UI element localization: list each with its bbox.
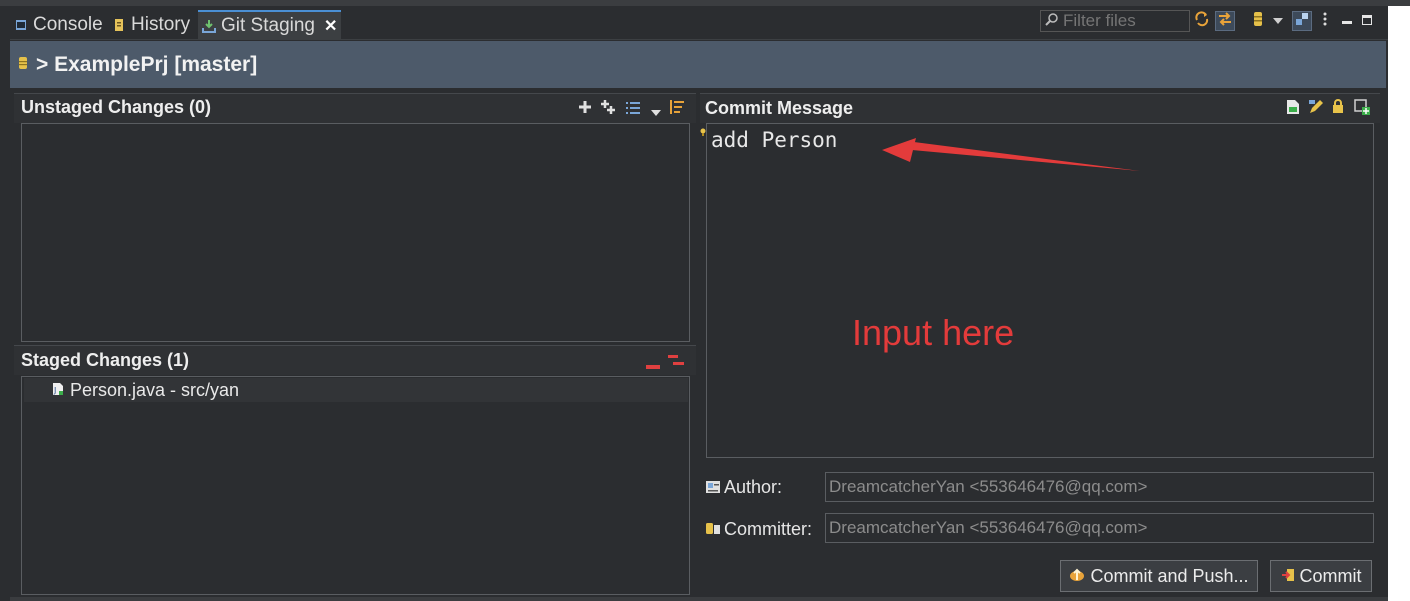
- tab-history-label: History: [131, 14, 191, 35]
- staged-file-label: Person.java - src/yan: [70, 379, 240, 400]
- search-icon: [1045, 12, 1059, 31]
- tab-console-label: Console: [33, 14, 103, 35]
- commit-button[interactable]: Commit: [1270, 560, 1372, 592]
- repository-icon: [18, 54, 28, 75]
- minimize-button[interactable]: [1337, 11, 1357, 31]
- tab-git-staging-label: Git Staging: [221, 15, 315, 36]
- commit-and-push-button[interactable]: Commit and Push...: [1060, 560, 1258, 592]
- console-icon: [14, 18, 28, 32]
- author-field[interactable]: [829, 477, 1373, 497]
- author-field-wrap: [825, 472, 1374, 502]
- repository-icon: [1252, 11, 1264, 32]
- tab-git-staging[interactable]: Git Staging ✕: [198, 10, 342, 40]
- stage-all-button[interactable]: [600, 99, 616, 120]
- filter-files-input[interactable]: [1063, 11, 1183, 31]
- committer-label: Committer:: [706, 519, 812, 540]
- remove-icon: [646, 357, 660, 374]
- chevron-down-icon: [1272, 12, 1284, 30]
- history-icon: [112, 18, 126, 32]
- push-icon: [1069, 566, 1085, 587]
- staged-changes-header: Staged Changes (1): [14, 345, 696, 375]
- layout-toggle-button[interactable]: [1292, 11, 1312, 31]
- layout-icon: [1295, 12, 1309, 31]
- commit-and-push-label: Commit and Push...: [1090, 565, 1249, 586]
- view-tab-bar: Console History Git Staging ✕: [10, 8, 1388, 40]
- unstage-all-button[interactable]: [668, 353, 684, 372]
- refresh-icon: [1194, 10, 1210, 32]
- pencil-icon: [1308, 100, 1324, 119]
- amend-button[interactable]: [1308, 99, 1324, 120]
- staged-changes-title: Staged Changes (1): [21, 350, 190, 370]
- remove-all-icon: [668, 354, 684, 371]
- more-vertical-icon: [1323, 12, 1327, 31]
- committer-field-wrap: [825, 513, 1374, 543]
- add-icon: [578, 101, 592, 118]
- committer-field[interactable]: [829, 518, 1373, 538]
- presentation-dropdown[interactable]: [650, 104, 662, 122]
- committer-icon: [706, 519, 720, 540]
- unstaged-changes-title: Unstaged Changes (0): [21, 97, 212, 117]
- input-here-annotation: Input here: [852, 312, 1015, 353]
- commit-message-text: add Person: [711, 128, 838, 152]
- signed-off-icon: [1286, 100, 1300, 119]
- link-sync-icon: [1217, 11, 1233, 32]
- staged-changes-list: [21, 376, 690, 595]
- sort-icon: [670, 100, 684, 118]
- filter-files-input-wrap: [1040, 10, 1190, 32]
- bottom-rule: [10, 597, 1388, 601]
- author-icon: [706, 477, 720, 498]
- author-label-text: Author:: [724, 477, 783, 497]
- maximize-button[interactable]: [1357, 11, 1377, 31]
- committer-label-text: Committer:: [724, 519, 813, 539]
- window-top-strip: [0, 0, 1410, 6]
- more-options-button[interactable]: [1315, 11, 1335, 31]
- author-label: Author:: [706, 477, 782, 498]
- svg-text:J: J: [53, 386, 56, 395]
- stage-selected-button[interactable]: [578, 100, 592, 119]
- commit-icon: [1281, 566, 1295, 587]
- left-gutter: [0, 40, 10, 601]
- tab-history[interactable]: History: [112, 10, 190, 40]
- add-signed-off-by-button[interactable]: [1286, 99, 1300, 120]
- commit-message-header: Commit Message: [700, 93, 1380, 123]
- close-icon[interactable]: ✕: [324, 16, 337, 36]
- minimize-icon: [1342, 12, 1352, 30]
- commit-message-textarea[interactable]: add Person: [706, 123, 1374, 458]
- refresh-button[interactable]: [1192, 10, 1212, 32]
- unstaged-changes-list[interactable]: [21, 123, 690, 342]
- repository-title: > ExamplePrj [master]: [36, 52, 258, 76]
- chevron-down-icon: [650, 104, 662, 121]
- add-change-id-button[interactable]: [1354, 99, 1370, 120]
- right-gutter: [1388, 6, 1410, 601]
- list-presentation-button[interactable]: [626, 101, 640, 119]
- view-menu-dropdown[interactable]: [1268, 11, 1288, 31]
- staged-file-row[interactable]: J Person.java - src/yan: [24, 378, 688, 402]
- link-with-selection-button[interactable]: [1215, 11, 1235, 31]
- repository-header: > ExamplePrj [master]: [10, 41, 1386, 88]
- repository-menu-button[interactable]: [1248, 11, 1268, 31]
- gerrit-lock-button[interactable]: [1332, 99, 1344, 118]
- git-staging-view: Console History Git Staging ✕ Filter fil…: [0, 0, 1410, 601]
- unstaged-changes-header: Unstaged Changes (0): [14, 93, 696, 123]
- list-icon: [626, 101, 640, 118]
- commit-label: Commit: [1299, 565, 1362, 586]
- git-staging-icon: [202, 19, 216, 33]
- lock-icon: [1332, 99, 1344, 117]
- add-all-icon: [600, 100, 616, 119]
- unstage-selected-button[interactable]: [646, 357, 660, 375]
- tab-console[interactable]: Console: [14, 10, 103, 40]
- change-id-icon: [1354, 99, 1370, 119]
- commit-message-title: Commit Message: [705, 98, 854, 118]
- maximize-icon: [1362, 12, 1372, 30]
- sort-button[interactable]: [670, 100, 684, 119]
- java-file-icon: J: [52, 380, 64, 401]
